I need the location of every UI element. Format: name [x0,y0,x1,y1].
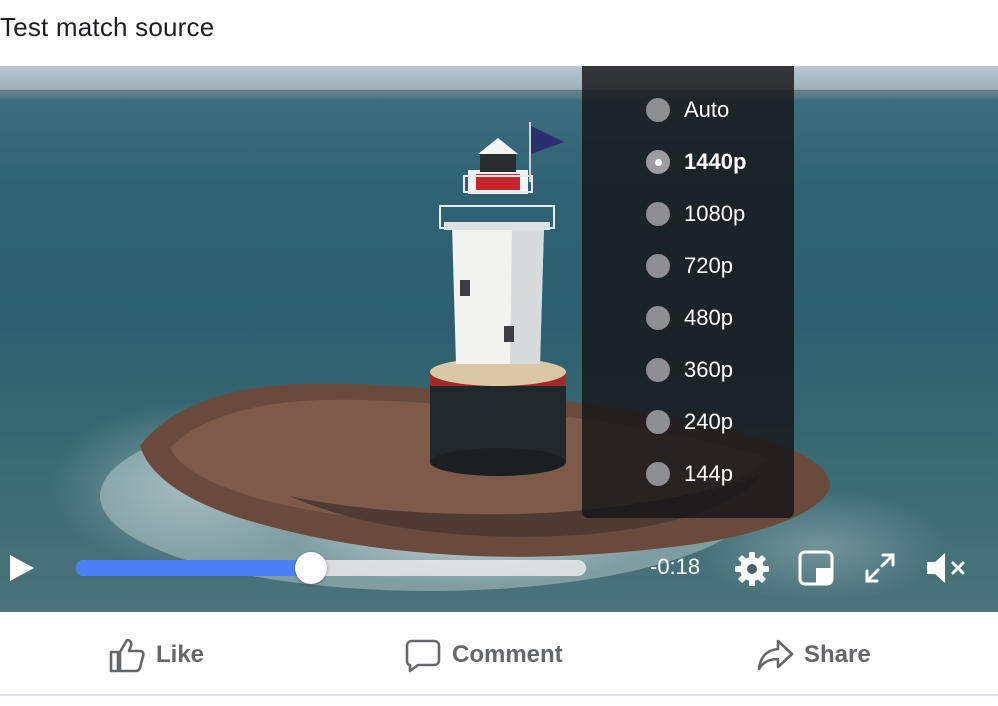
radio-icon [646,358,670,382]
thumbs-up-icon [109,638,145,673]
quality-option-1440p[interactable]: 1440p [582,136,794,188]
radio-icon [646,254,670,278]
settings-button[interactable] [731,548,773,590]
radio-icon [646,410,670,434]
muted-speaker-icon [927,553,965,583]
radio-icon [646,202,670,226]
quality-option-144p[interactable]: 144p [582,448,794,500]
progress-scrubber[interactable] [294,552,327,584]
quality-option-1080p[interactable]: 1080p [582,188,794,240]
player-controls: -0:18 [0,544,998,592]
quality-option-label: 360p [684,357,733,382]
mute-button[interactable] [922,548,970,588]
quality-option-label: 720p [684,253,733,278]
comment-bubble-icon [405,639,441,673]
comment-button[interactable]: Comment [404,634,563,676]
quality-option-label: 1440p [684,149,747,174]
fullscreen-icon [865,553,895,583]
share-label: Share [804,641,871,668]
share-arrow-icon [757,639,794,671]
progress-fill [76,560,311,576]
quality-option-480p[interactable]: 480p [582,292,794,344]
quality-option-label: 240p [684,409,733,434]
comment-label: Comment [452,641,563,668]
quality-option-label: 144p [684,461,733,486]
radio-icon [646,98,670,122]
radio-selected-dot [654,158,662,166]
radio-icon [646,462,670,486]
quality-option-auto[interactable]: Auto [582,84,794,136]
post-title: Test match source [0,12,215,42]
quality-option-240p[interactable]: 240p [582,396,794,448]
quality-option-label: 1080p [684,201,746,226]
progress-bar[interactable] [76,552,586,584]
quality-option-label: 480p [684,305,733,330]
like-button[interactable]: Like [108,634,204,676]
time-remaining: -0:18 [650,554,701,579]
quality-menu: Auto 1440p 1080p 720p 480p 360p 240p 144p [582,66,794,518]
radio-icon [646,150,670,174]
quality-option-label: Auto [684,97,730,122]
video-player[interactable]: Auto 1440p 1080p 720p 480p 360p 240p 144p -0:18 [0,66,998,612]
picture-in-picture-icon [798,550,834,586]
like-label: Like [156,641,205,668]
quality-option-360p[interactable]: 360p [582,344,794,396]
gear-icon [735,552,769,586]
play-button[interactable] [4,550,38,586]
fullscreen-button[interactable] [860,548,900,588]
post-action-bar: Like Comment Share [0,612,998,696]
play-icon [10,555,34,581]
share-button[interactable]: Share [756,634,871,676]
radio-icon [646,306,670,330]
video-frame [100,122,830,591]
picture-in-picture-button[interactable] [796,548,836,588]
quality-option-720p[interactable]: 720p [582,240,794,292]
